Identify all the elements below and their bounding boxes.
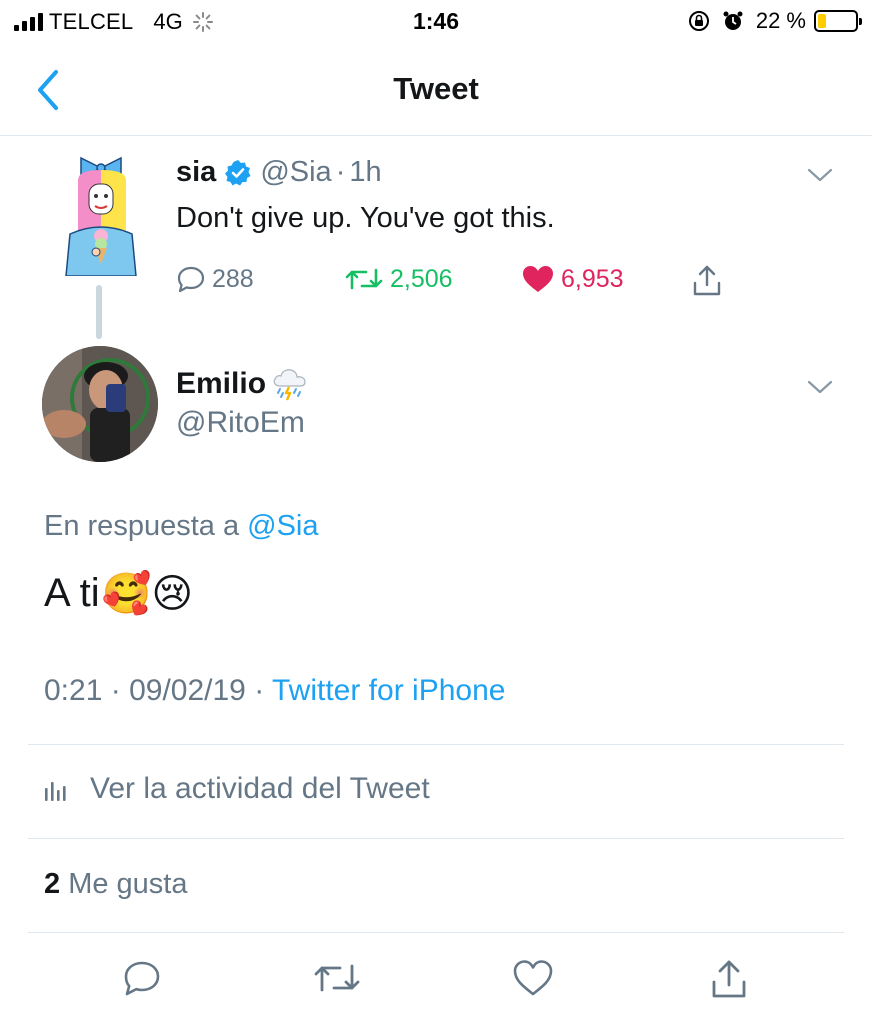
- divider: [28, 838, 844, 839]
- status-bar: TELCEL 4G 1:46 22 %: [0, 0, 872, 44]
- reply-icon: [177, 266, 205, 293]
- heart-filled-icon: [523, 266, 553, 292]
- tweet-emojis: 🥰😢: [101, 572, 194, 616]
- parent-reply-count: 288: [212, 264, 254, 293]
- tweet-author-handle[interactable]: @RitoEm: [176, 406, 305, 440]
- parent-share-button[interactable]: [690, 264, 730, 298]
- emilio-avatar-photo: [42, 346, 158, 462]
- rotation-lock-icon: [688, 11, 709, 31]
- thread-connector-line: [96, 285, 102, 339]
- tweet-action-bar: [0, 950, 872, 1006]
- likes-summary[interactable]: 2 Me gusta: [44, 868, 188, 901]
- chevron-down-icon: [807, 380, 833, 394]
- battery-fill: [818, 14, 826, 28]
- parent-tweet-menu-button[interactable]: [806, 166, 834, 184]
- page-title: Tweet: [393, 71, 479, 106]
- reply-context: En respuesta a @Sia: [44, 510, 319, 543]
- storm-cloud-icon: [273, 369, 306, 401]
- reply-button[interactable]: [122, 958, 162, 1003]
- divider: [28, 932, 844, 933]
- tweet-time: 0:21: [44, 674, 103, 707]
- tweet-text-content: A ti: [44, 571, 100, 615]
- retweet-icon: [314, 964, 360, 992]
- emilio-avatar[interactable]: [42, 346, 158, 462]
- reply-target-link[interactable]: @Sia: [247, 510, 318, 542]
- parent-retweet-button[interactable]: 2,506: [344, 264, 453, 294]
- parent-like-button[interactable]: 6,953: [521, 264, 624, 294]
- separator-dot: ·: [335, 156, 346, 188]
- sia-avatar[interactable]: [56, 156, 146, 277]
- tweet-activity-label: Ver la actividad del Tweet: [90, 772, 430, 805]
- divider: [28, 744, 844, 745]
- share-icon: [712, 960, 746, 998]
- parent-tweet-actions: 288 2,506 6,953: [176, 264, 736, 304]
- sia-avatar-illustration: [65, 156, 137, 277]
- parent-author-name[interactable]: sia: [176, 156, 216, 189]
- meta-separator: ·: [254, 674, 265, 707]
- parent-reply-button[interactable]: 288: [176, 264, 254, 294]
- verified-badge-icon: [225, 159, 251, 185]
- parent-author-handle[interactable]: @Sia: [260, 156, 331, 189]
- parent-retweet-count: 2,506: [390, 264, 453, 293]
- parent-like-count: 6,953: [561, 264, 624, 293]
- retweet-button[interactable]: [312, 958, 362, 1003]
- alarm-icon: [723, 11, 743, 30]
- parent-tweet-time: 1h: [349, 156, 382, 188]
- heart-outline-icon: [513, 960, 553, 996]
- nav-bar: Tweet: [0, 44, 872, 136]
- share-icon: [693, 265, 721, 296]
- likes-label: Me gusta: [68, 868, 188, 900]
- reply-prefix: En respuesta a: [44, 510, 240, 542]
- tweet-meta: 0:21 · 09/02/19 · Twitter for iPhone: [44, 674, 505, 708]
- tweet-menu-button[interactable]: [806, 378, 834, 396]
- battery-icon: [814, 10, 862, 32]
- tweet-source-link[interactable]: Twitter for iPhone: [272, 674, 505, 707]
- parent-tweet-text: Don't give up. You've got this.: [176, 202, 555, 234]
- parent-tweet-header: sia @Sia · 1h: [176, 156, 382, 189]
- status-right: 22 %: [688, 8, 862, 34]
- chevron-down-icon: [807, 168, 833, 182]
- tweet-author-name-text: Emilio: [176, 367, 267, 400]
- retweet-icon: [345, 268, 383, 290]
- tweet-activity-button[interactable]: Ver la actividad del Tweet: [44, 772, 430, 806]
- analytics-bars-icon: [45, 782, 66, 801]
- likes-count: 2: [44, 868, 61, 900]
- battery-percent: 22 %: [755, 8, 806, 33]
- tweet-author-name[interactable]: Emilio: [176, 366, 310, 402]
- tweet-date: 09/02/19: [129, 674, 246, 707]
- like-button[interactable]: [512, 958, 554, 1003]
- meta-separator: ·: [110, 674, 121, 707]
- share-button[interactable]: [708, 958, 750, 1005]
- tweet-text: A ti 🥰😢: [44, 570, 193, 617]
- reply-icon: [124, 961, 160, 996]
